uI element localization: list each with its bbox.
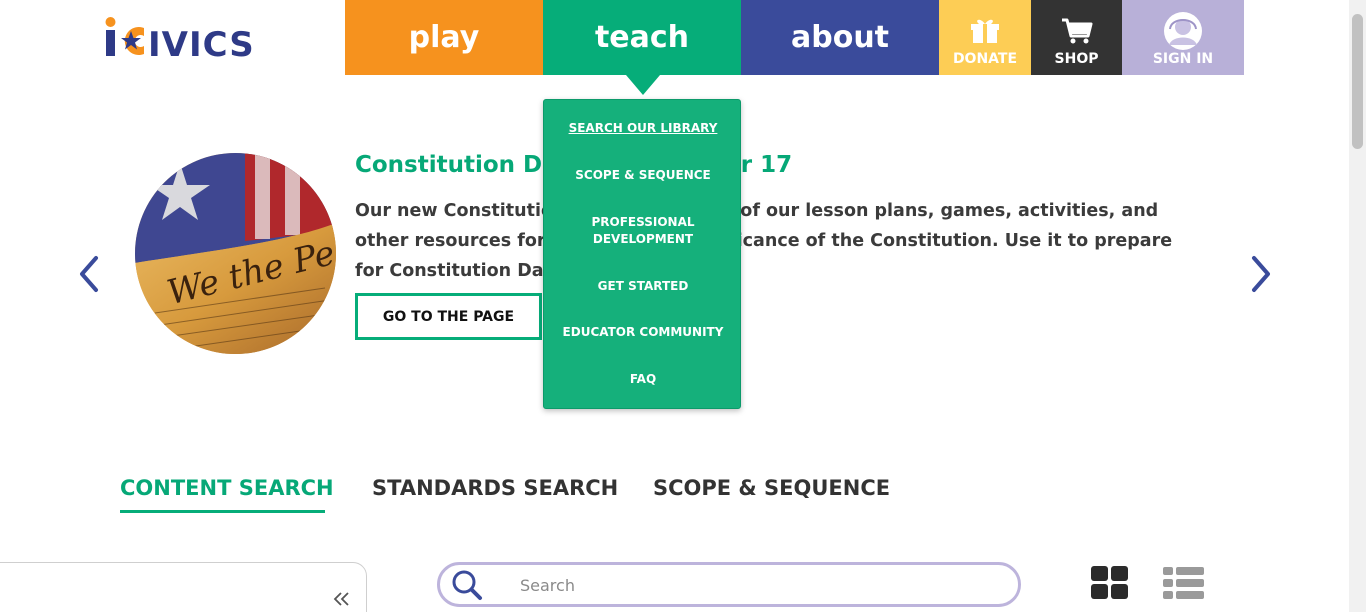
go-to-page-label: GO TO THE PAGE [382,308,515,325]
nav-signin-label: SIGN IN [1152,50,1214,67]
nav-signin[interactable]: SIGN IN [1122,0,1244,75]
menu-item-professional-development[interactable]: PROFESSIONAL DEVELOPMENT [544,214,742,248]
main-nav: play teach about DONATE SHOP SIGN IN [345,0,1244,95]
nav-about[interactable]: about [741,0,939,75]
menu-item-scope-sequence[interactable]: SCOPE & SEQUENCE [544,167,742,184]
double-chevron-left-icon[interactable] [332,588,352,610]
nav-teach-label: teach [594,20,690,55]
search-bar [437,562,1021,607]
grid-view-icon[interactable] [1091,566,1129,600]
filter-panel [0,562,367,612]
go-to-page-button[interactable]: GO TO THE PAGE [355,293,542,340]
gift-icon [970,15,1000,47]
tab-standards-search[interactable]: STANDARDS SEARCH [372,476,618,500]
menu-item-educator-community[interactable]: EDUCATOR COMMUNITY [544,324,742,341]
teach-dropdown-caret [626,75,660,95]
list-view-icon[interactable] [1163,566,1205,600]
hero-description: Our new Constitution Day page has all of… [355,201,1173,281]
user-avatar-icon [1163,11,1203,50]
scrollbar-thumb[interactable] [1352,14,1363,149]
nav-teach[interactable]: teach [543,0,741,95]
logo-graphic: IVICS [105,17,255,60]
nav-play-label: play [408,20,480,55]
page-scrollbar[interactable] [1349,0,1366,612]
we-the-people-flag-image: We the Peo [135,153,336,354]
nav-shop-label: SHOP [1054,50,1099,67]
search-input[interactable] [520,572,1000,598]
svg-text:IVICS: IVICS [148,25,255,60]
menu-item-search-library[interactable]: SEARCH OUR LIBRARY [544,120,742,137]
icivics-logo[interactable]: IVICS iCIVICS [104,14,294,60]
chevron-left-icon[interactable] [74,254,104,294]
cart-icon [1061,15,1093,47]
chevron-right-icon[interactable] [1246,254,1276,294]
nav-shop[interactable]: SHOP [1031,0,1122,75]
nav-donate-label: DONATE [952,50,1018,67]
nav-play[interactable]: play [345,0,543,75]
page: IVICS iCIVICS play teach about [0,0,1366,612]
nav-about-label: about [790,20,890,55]
menu-item-get-started[interactable]: GET STARTED [544,278,742,295]
menu-item-faq[interactable]: FAQ [544,371,742,388]
tab-scope-sequence[interactable]: SCOPE & SEQUENCE [653,476,890,500]
tab-content-search[interactable]: CONTENT SEARCH [120,476,334,500]
nav-donate[interactable]: DONATE [939,0,1031,75]
active-tab-indicator [120,510,325,513]
search-icon[interactable] [450,568,484,602]
teach-dropdown-menu: SEARCH OUR LIBRARY SCOPE & SEQUENCE PROF… [543,99,741,409]
